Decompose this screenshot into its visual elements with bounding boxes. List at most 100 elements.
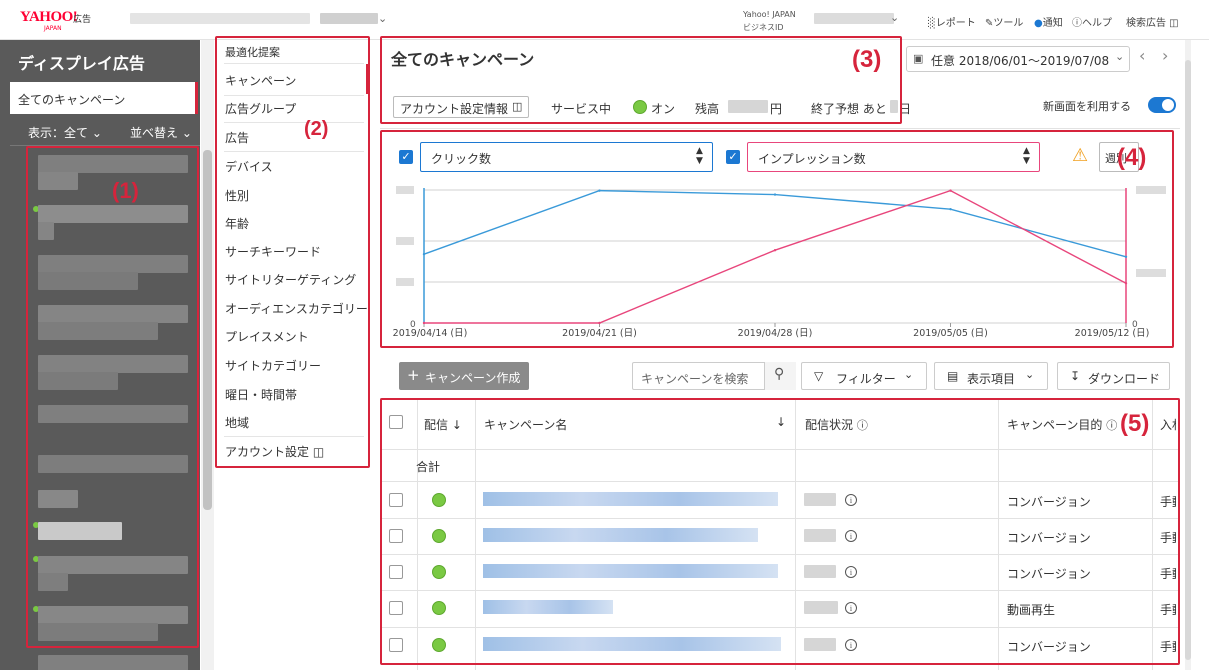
delivery-on-dot[interactable]: [432, 565, 446, 579]
sidebar-campaign-item[interactable]: [38, 522, 122, 540]
info-icon[interactable]: i: [845, 602, 857, 614]
business-id-chevron-down-icon[interactable]: ⌄: [890, 11, 899, 24]
col-bid[interactable]: 入札: [1160, 416, 1176, 433]
search-button[interactable]: ⚲: [764, 362, 796, 390]
series-point: [773, 193, 777, 196]
account-settings-button[interactable]: アカウント設定情報 ◫: [393, 96, 529, 118]
date-next-icon[interactable]: ›: [1162, 46, 1168, 65]
info-icon[interactable]: i: [845, 639, 857, 651]
delivery-on-dot[interactable]: [432, 601, 446, 615]
tools-link[interactable]: ✎ツール: [985, 14, 1023, 29]
campaign-name-blurred[interactable]: [483, 492, 778, 506]
delivery-on-dot[interactable]: [432, 529, 446, 543]
report-link[interactable]: ░レポート: [928, 14, 976, 29]
sidebar-campaign-item[interactable]: [38, 573, 68, 591]
campaign-name-blurred[interactable]: [483, 600, 613, 614]
download-button[interactable]: ↧ ダウンロード: [1057, 362, 1170, 390]
sidebar-campaign-item[interactable]: [38, 405, 188, 423]
campaign-search[interactable]: キャンペーンを検索 ⚲: [632, 362, 796, 390]
sidebar-campaign-item[interactable]: [38, 255, 188, 273]
campaign-name-blurred[interactable]: [483, 528, 758, 542]
row-checkbox[interactable]: [389, 493, 403, 507]
metric2-select[interactable]: インプレッション数 ▲ ▼: [747, 142, 1040, 172]
sidebar-campaign-item[interactable]: [38, 490, 78, 508]
sidebar-campaign-item[interactable]: [38, 372, 118, 390]
columns-button[interactable]: ▤ 表示項目 ⌄: [934, 362, 1048, 390]
nav-item-ad-group[interactable]: 広告グループ: [225, 100, 296, 117]
nav-item-device[interactable]: デバイス: [225, 158, 273, 175]
info-icon[interactable]: i: [845, 566, 857, 578]
metric2-checkbox[interactable]: ✓: [726, 150, 740, 164]
balance-value-blurred: [728, 100, 768, 113]
date-range-picker[interactable]: ▣ 任意 2018/06/01～2019/07/08 ⌄: [906, 46, 1130, 72]
search-input[interactable]: キャンペーンを検索: [641, 370, 748, 387]
annotation-label-2: (2): [304, 118, 329, 140]
nav-item-region[interactable]: 地域: [225, 414, 249, 431]
nav-item-site-category[interactable]: サイトカテゴリー: [225, 357, 321, 374]
row-checkbox[interactable]: [389, 565, 403, 579]
col-delivery-status[interactable]: 配信状況 ⓘ: [805, 416, 868, 433]
notification-link[interactable]: ●通知: [1034, 14, 1063, 29]
create-campaign-button[interactable]: + キャンペーン作成: [399, 362, 529, 390]
metric1-select[interactable]: クリック数 ▲ ▼: [420, 142, 713, 172]
sidebar-display-filter[interactable]: 表示：全て ⌄: [28, 124, 102, 141]
sidebar-campaign-item[interactable]: [38, 455, 188, 473]
nav-item-placement[interactable]: プレイスメント: [225, 328, 309, 345]
sidebar-campaign-item[interactable]: [38, 305, 188, 323]
account-chevron-down-icon[interactable]: ⌄: [378, 12, 387, 25]
col-divider: [475, 398, 476, 670]
nav-item-gender[interactable]: 性別: [225, 187, 249, 204]
sidebar-campaign-item[interactable]: [38, 322, 158, 340]
nav-item-site-retargeting[interactable]: サイトリターゲティング: [225, 271, 356, 288]
date-prev-icon[interactable]: ‹: [1139, 46, 1145, 65]
sidebar-campaign-item[interactable]: [38, 623, 158, 641]
nav-item-audience-category[interactable]: オーディエンスカテゴリー: [225, 300, 368, 317]
arrow-down-icon[interactable]: ↓: [776, 415, 786, 429]
status-blurred: [804, 638, 836, 651]
nav-item-optimization[interactable]: 最適化提案: [225, 44, 280, 60]
nav-item-day-time[interactable]: 曜日・時間帯: [225, 386, 297, 403]
delivery-on-dot[interactable]: [432, 638, 446, 652]
columns-icon: ▤: [947, 369, 959, 383]
series-point: [422, 321, 426, 325]
sidebar-campaign-item[interactable]: [38, 155, 188, 173]
search-ads-link[interactable]: 検索広告 ◫: [1126, 14, 1179, 29]
metric1-checkbox[interactable]: ✓: [399, 150, 413, 164]
nav-item-ad[interactable]: 広告: [225, 129, 249, 146]
sidebar-campaign-item[interactable]: [38, 172, 78, 190]
status-blurred: [804, 565, 836, 578]
info-icon[interactable]: i: [845, 530, 857, 542]
col-campaign-name[interactable]: キャンペーン名: [484, 416, 567, 433]
col-delivery[interactable]: 配信 ↓: [424, 416, 462, 433]
select-all-checkbox[interactable]: [389, 415, 403, 429]
sidebar-all-campaigns[interactable]: 全てのキャンペーン: [10, 82, 198, 114]
row-checkbox[interactable]: [389, 529, 403, 543]
nav-item-age[interactable]: 年齢: [225, 215, 249, 232]
business-id-blurred: [814, 13, 894, 24]
nav-item-account-settings[interactable]: アカウント設定 ◫: [225, 443, 324, 460]
yahoo-logo[interactable]: YAHOO!: [20, 9, 78, 26]
sidebar-sort[interactable]: 並べ替え ⌄: [130, 124, 192, 141]
status-blurred: [804, 493, 836, 506]
sidebar-campaign-item[interactable]: [38, 655, 188, 670]
col-campaign-goal[interactable]: キャンペーン目的 ⓘ: [1007, 416, 1117, 433]
sidebar-campaign-item[interactable]: [38, 556, 188, 574]
campaign-name-blurred[interactable]: [483, 564, 778, 578]
sidebar-campaign-item[interactable]: [38, 606, 188, 624]
sidebar-campaign-item[interactable]: [38, 205, 188, 223]
info-icon[interactable]: i: [845, 494, 857, 506]
help-link[interactable]: ⓘヘルプ: [1072, 14, 1112, 29]
row-checkbox[interactable]: [389, 638, 403, 652]
delivery-on-dot[interactable]: [432, 493, 446, 507]
row-checkbox[interactable]: [389, 601, 403, 615]
main-scrollbar-thumb[interactable]: [1185, 60, 1191, 660]
sidebar-campaign-item[interactable]: [38, 222, 54, 240]
sidebar-scrollbar-thumb[interactable]: [203, 150, 212, 510]
nav-item-campaign[interactable]: キャンペーン: [225, 72, 296, 89]
sidebar-campaign-item[interactable]: [38, 272, 138, 290]
filter-button[interactable]: ▽ フィルター ⌄: [801, 362, 927, 390]
sidebar-all-campaigns-label: 全てのキャンペーン: [18, 93, 126, 107]
sidebar-campaign-item[interactable]: [38, 355, 188, 373]
campaign-name-blurred[interactable]: [483, 637, 781, 651]
nav-item-search-keyword[interactable]: サーチキーワード: [225, 243, 321, 260]
